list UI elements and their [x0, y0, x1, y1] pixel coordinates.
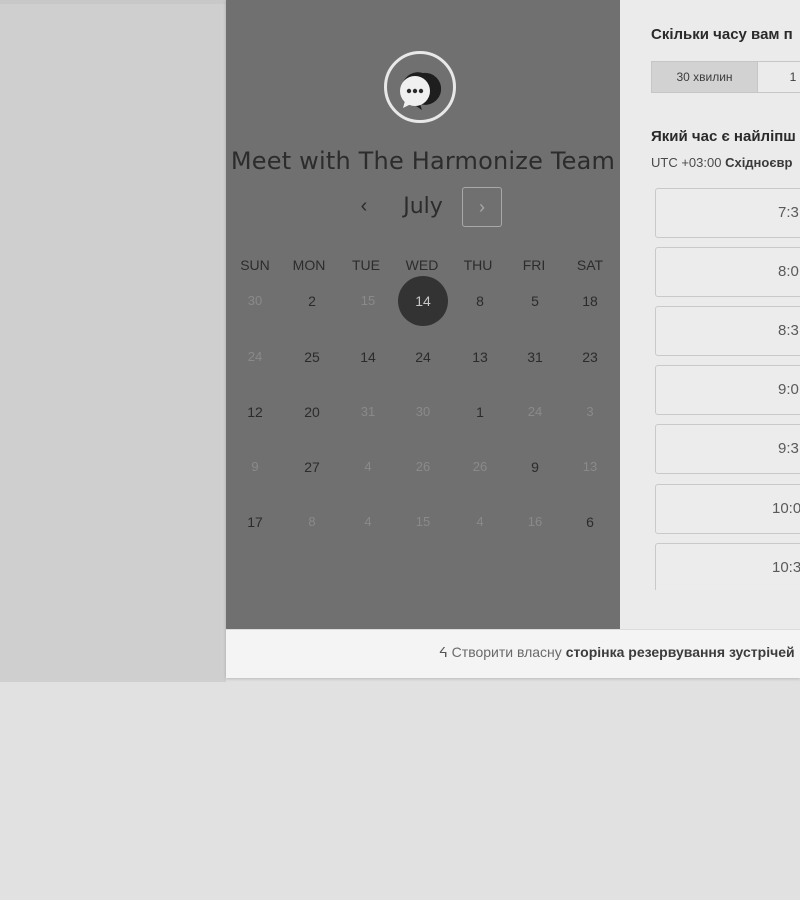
footer-prefix: Створити власну: [451, 644, 562, 660]
footer-bar: ᔦ Створити власну сторінка резервування …: [226, 629, 800, 678]
calendar-day[interactable]: 13: [455, 332, 505, 382]
month-navigation: ‹ July ›: [226, 186, 620, 230]
weekday-wed: WED: [405, 257, 439, 273]
duration-selector: 30 хвилин 1: [651, 61, 800, 93]
calendar-day: 30: [247, 293, 263, 308]
time-slot-label: 8:0: [778, 263, 799, 280]
duration-option-30min[interactable]: 30 хвилин: [652, 62, 758, 92]
month-label: July: [403, 194, 443, 219]
brand-icon: ᔦ: [439, 644, 448, 660]
weekday-sat: SAT: [576, 257, 604, 273]
booking-panel: Скільки часу вам п 30 хвилин 1 Який час …: [620, 0, 800, 629]
calendar-day: 13: [582, 459, 598, 474]
calendar-day[interactable]: 2: [287, 276, 337, 326]
calendar-day: 8: [308, 514, 316, 529]
calendar-day[interactable]: 20: [287, 387, 337, 437]
time-slot[interactable]: 9:0: [655, 365, 800, 415]
calendar-day[interactable]: 1: [455, 387, 505, 437]
time-slot-label: 8:3: [778, 322, 799, 339]
timezone-offset: UTC +03:00: [651, 155, 722, 170]
time-slot-label: 7:3: [778, 204, 799, 221]
time-slot-label: 9:3: [778, 440, 799, 457]
calendar-day: 3: [586, 404, 594, 419]
time-slot[interactable]: 10:0: [655, 484, 800, 534]
time-slot-list[interactable]: 7:3 8:0 8:3 9:0 9:3 10:0 10:3: [655, 188, 800, 590]
time-slot[interactable]: 10:3: [655, 543, 800, 590]
time-slot-label: 10:3: [772, 559, 800, 576]
next-month-button[interactable]: ›: [462, 187, 502, 227]
time-slot-label: 9:0: [778, 381, 799, 398]
duration-option-1[interactable]: 1: [758, 62, 800, 92]
calendar-day: 26: [415, 459, 431, 474]
weekday-sun: SUN: [240, 257, 270, 273]
event-title: Meet with The Harmonize Team: [230, 147, 616, 175]
calendar-day: 24: [527, 404, 543, 419]
weekday-thu: THU: [463, 257, 493, 273]
page-background: [0, 0, 226, 682]
calendar-day[interactable]: 18: [565, 276, 615, 326]
time-slot[interactable]: 8:3: [655, 306, 800, 356]
calendar-day[interactable]: 31: [510, 332, 560, 382]
calendar-day: 15: [415, 514, 431, 529]
calendar-day: 15: [360, 293, 376, 308]
calendar-day[interactable]: 23: [565, 332, 615, 382]
weekday-tue: TUE: [352, 257, 380, 273]
time-slot[interactable]: 7:3: [655, 188, 800, 238]
booking-widget: Meet with The Harmonize Team ‹ July › SU…: [226, 0, 800, 678]
calendar-day: 26: [472, 459, 488, 474]
chevron-left-icon: ‹: [360, 195, 368, 217]
time-slot[interactable]: 9:3: [655, 424, 800, 474]
calendar-day[interactable]: 9: [510, 442, 560, 492]
calendar-day[interactable]: 27: [287, 442, 337, 492]
calendar-day[interactable]: 6: [565, 497, 615, 547]
calendar-day[interactable]: 17: [230, 497, 280, 547]
calendar-day: 4: [364, 459, 372, 474]
chevron-right-icon: ›: [479, 197, 485, 217]
calendar-day: 16: [527, 514, 543, 529]
calendar-day: 4: [476, 514, 484, 529]
weekday-fri: FRI: [522, 257, 546, 273]
prev-month-button[interactable]: ‹: [350, 192, 378, 220]
weekday-mon: MON: [292, 257, 326, 273]
calendar-day[interactable]: 12: [230, 387, 280, 437]
calendar-day: 31: [360, 404, 376, 419]
time-slot-label: 10:0: [772, 500, 800, 517]
footer-link-text: сторінка резервування зустрічей: [565, 644, 795, 660]
calendar-day-grid: 30 2 15 14 8 5 18 24 25 14 24 13 31 23 12 20 31 30 1 24 3 9 27…: [226, 274, 620, 554]
calendar-day: 24: [247, 349, 263, 364]
calendar-day: 30: [415, 404, 431, 419]
calendar-day[interactable]: 5: [510, 276, 560, 326]
timezone-name: Східноєвр: [725, 155, 793, 170]
calendar-day: 9: [251, 459, 259, 474]
calendar-day[interactable]: 25: [287, 332, 337, 382]
timezone-selector[interactable]: UTC +03:00 Східноєвр: [651, 155, 792, 170]
calendar-day: 4: [364, 514, 372, 529]
calendar-day[interactable]: 8: [455, 276, 505, 326]
calendar-day-selected[interactable]: 14: [398, 276, 448, 326]
chat-bubble-logo-icon: [384, 51, 456, 123]
time-question: Який час є найліпш: [651, 128, 796, 145]
calendar-panel: Meet with The Harmonize Team ‹ July › SU…: [226, 0, 620, 629]
calendar-day[interactable]: 24: [398, 332, 448, 382]
calendar-day[interactable]: 14: [343, 332, 393, 382]
create-booking-page-link[interactable]: ᔦ Створити власну сторінка резервування …: [439, 644, 795, 661]
time-slot[interactable]: 8:0: [655, 247, 800, 297]
page-top-strip: [0, 0, 226, 4]
duration-question: Скільки часу вам п: [651, 26, 793, 43]
